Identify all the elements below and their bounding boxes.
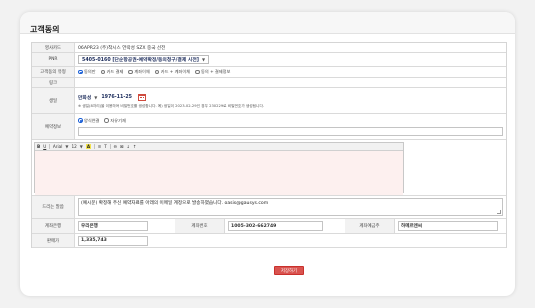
radio-indicator xyxy=(78,69,83,75)
radio-card-and-transfer[interactable]: 카드 + 계좌이체 xyxy=(154,69,190,75)
editor-content-area[interactable] xyxy=(35,151,403,195)
radio-indicator xyxy=(195,69,200,75)
table-button[interactable]: ⊠ xyxy=(120,144,124,149)
row-birth: 생일 만화성 ▼ 1976-11-25 ※ 생일(8자리)을 이용하여 비밀번호… xyxy=(32,88,506,114)
row-editor: B U Arial ▼ 12 ▼ A ≡ T ⊖ ⊠ ↓ ↑ xyxy=(32,140,506,196)
label-reservation: 예약정보 xyxy=(32,114,75,139)
birth-note: ※ 생일(8자리)을 이용하여 비밀번호를 생성합니다. 예) 생일이 2023… xyxy=(78,103,265,108)
resize-handle-icon[interactable] xyxy=(497,210,501,214)
toolbar-divider xyxy=(49,144,50,149)
label-message: 드리는 말씀 xyxy=(32,196,75,218)
row-link: 링크 xyxy=(32,78,506,88)
label-birth: 생일 xyxy=(32,88,75,113)
consent-panel: 고객동의 영사카드 06APR23 (주)착시스 언락성 SZX 중국 선전 P… xyxy=(20,12,515,296)
calendar-icon[interactable] xyxy=(138,93,147,101)
underline-button[interactable]: U xyxy=(43,144,46,149)
price-field[interactable]: 1,335,743 xyxy=(78,235,148,246)
row-pnr: PNR 5405-0160 [단순항공권-예약확정/동의청구/결제 시전] ▼ xyxy=(32,53,506,67)
chevron-down-icon: ▼ xyxy=(79,144,83,149)
label-price: 판매가 xyxy=(32,234,75,247)
bank-name-field[interactable]: 우리은행 xyxy=(78,221,148,231)
text-style-button[interactable]: T xyxy=(104,144,107,149)
pnr-selected-value: 5405-0160 [단순항공권-예약확정/동의청구/결제 시전] xyxy=(82,58,199,63)
radio-consent-and-payment[interactable]: 동의 + 결제정보 xyxy=(195,69,230,75)
message-textarea[interactable]: (예시문) 확정해 주신 예약자료를 아래의 이메일 계정으로 발송하였습니다.… xyxy=(78,198,503,216)
chevron-down-icon: ▼ xyxy=(65,144,69,149)
page-title: 고객동의 xyxy=(30,25,60,34)
chevron-down-icon: ▼ xyxy=(201,57,206,62)
radio-indicator xyxy=(100,69,106,75)
save-button[interactable]: 저장하기 xyxy=(274,266,304,275)
move-down-button[interactable]: ↓ xyxy=(126,144,130,149)
project-card-value: 06APR23 (주)착시스 언락성 SZX 중국 선전 xyxy=(78,45,166,51)
account-number-field[interactable]: 1005-302-662749 xyxy=(228,221,323,231)
row-project-card: 영사카드 06APR23 (주)착시스 언락성 SZX 중국 선전 xyxy=(32,43,506,53)
label-bank: 계좌은행 xyxy=(32,219,75,233)
consent-form: 영사카드 06APR23 (주)착시스 언락성 SZX 중국 선전 PNR 54… xyxy=(31,42,507,248)
pnr-select[interactable]: 5405-0160 [단순항공권-예약확정/동의청구/결제 시전] ▼ xyxy=(78,55,210,64)
panel-header: 고객동의 xyxy=(20,12,515,34)
bold-button[interactable]: B xyxy=(37,144,40,149)
font-size-select[interactable]: 12 ▼ xyxy=(71,144,82,149)
label-account-holder: 계좌예금주 xyxy=(345,219,395,233)
font-family-select[interactable]: Arial ▼ xyxy=(53,144,69,149)
calendar-type-select[interactable]: 만화성 ▼ xyxy=(78,92,98,102)
font-color-button[interactable]: A xyxy=(85,144,92,149)
reservation-template-field[interactable] xyxy=(78,126,503,136)
chevron-down-icon: ▼ xyxy=(94,94,98,100)
editor-toolbar: B U Arial ▼ 12 ▼ A ≡ T ⊖ ⊠ ↓ ↑ xyxy=(35,143,403,151)
account-holder-field[interactable]: 하메르엔씨 xyxy=(398,221,498,231)
toolbar-divider xyxy=(94,144,95,149)
radio-free-entry[interactable]: 자유기재 xyxy=(104,118,126,124)
radio-card-payment[interactable]: 카드 결제 xyxy=(100,69,123,75)
radio-indicator xyxy=(78,118,83,123)
align-button[interactable]: ≡ xyxy=(98,144,102,149)
label-project-card: 영사카드 xyxy=(32,43,75,52)
label-payment-type: 고객동의 유형 xyxy=(32,67,75,77)
row-payment-type: 고객동의 유형 동의만 카드 결제 계좌이체 카드 + 계좌이체 동의 + 결제… xyxy=(32,67,506,78)
row-price: 판매가 1,335,743 xyxy=(32,234,506,248)
radio-indicator xyxy=(104,118,109,123)
birth-date-input[interactable]: 1976-11-25 xyxy=(101,92,133,102)
rich-text-editor: B U Arial ▼ 12 ▼ A ≡ T ⊖ ⊠ ↓ ↑ xyxy=(34,142,404,195)
row-message: 드리는 말씀 (예시문) 확정해 주신 예약자료를 아래의 이메일 계정으로 발… xyxy=(32,196,506,219)
label-account-number: 계좌번호 xyxy=(175,219,225,233)
radio-bank-transfer[interactable]: 계좌이체 xyxy=(128,69,150,75)
label-pnr: PNR xyxy=(32,53,75,66)
calendar-type-value: 만화성 xyxy=(78,95,92,101)
toolbar-divider xyxy=(109,144,111,149)
radio-template-link[interactable]: 양식연결 xyxy=(78,118,99,124)
payment-type-radio-group: 동의만 카드 결제 계좌이체 카드 + 계좌이체 동의 + 결제정보 xyxy=(78,69,235,75)
link-button[interactable]: ⊖ xyxy=(113,144,117,149)
row-bank: 계좌은행 우리은행 계좌번호 1005-302-662749 계좌예금주 하메르… xyxy=(32,219,506,234)
radio-indicator xyxy=(154,69,160,75)
move-up-button[interactable]: ↑ xyxy=(133,144,137,149)
radio-consent-only[interactable]: 동의만 xyxy=(78,69,96,75)
radio-indicator xyxy=(128,69,133,75)
reservation-radio-group: 양식연결 자유기재 xyxy=(78,118,503,124)
label-link: 링크 xyxy=(32,78,75,87)
row-reservation: 예약정보 양식연결 자유기재 xyxy=(32,114,506,140)
